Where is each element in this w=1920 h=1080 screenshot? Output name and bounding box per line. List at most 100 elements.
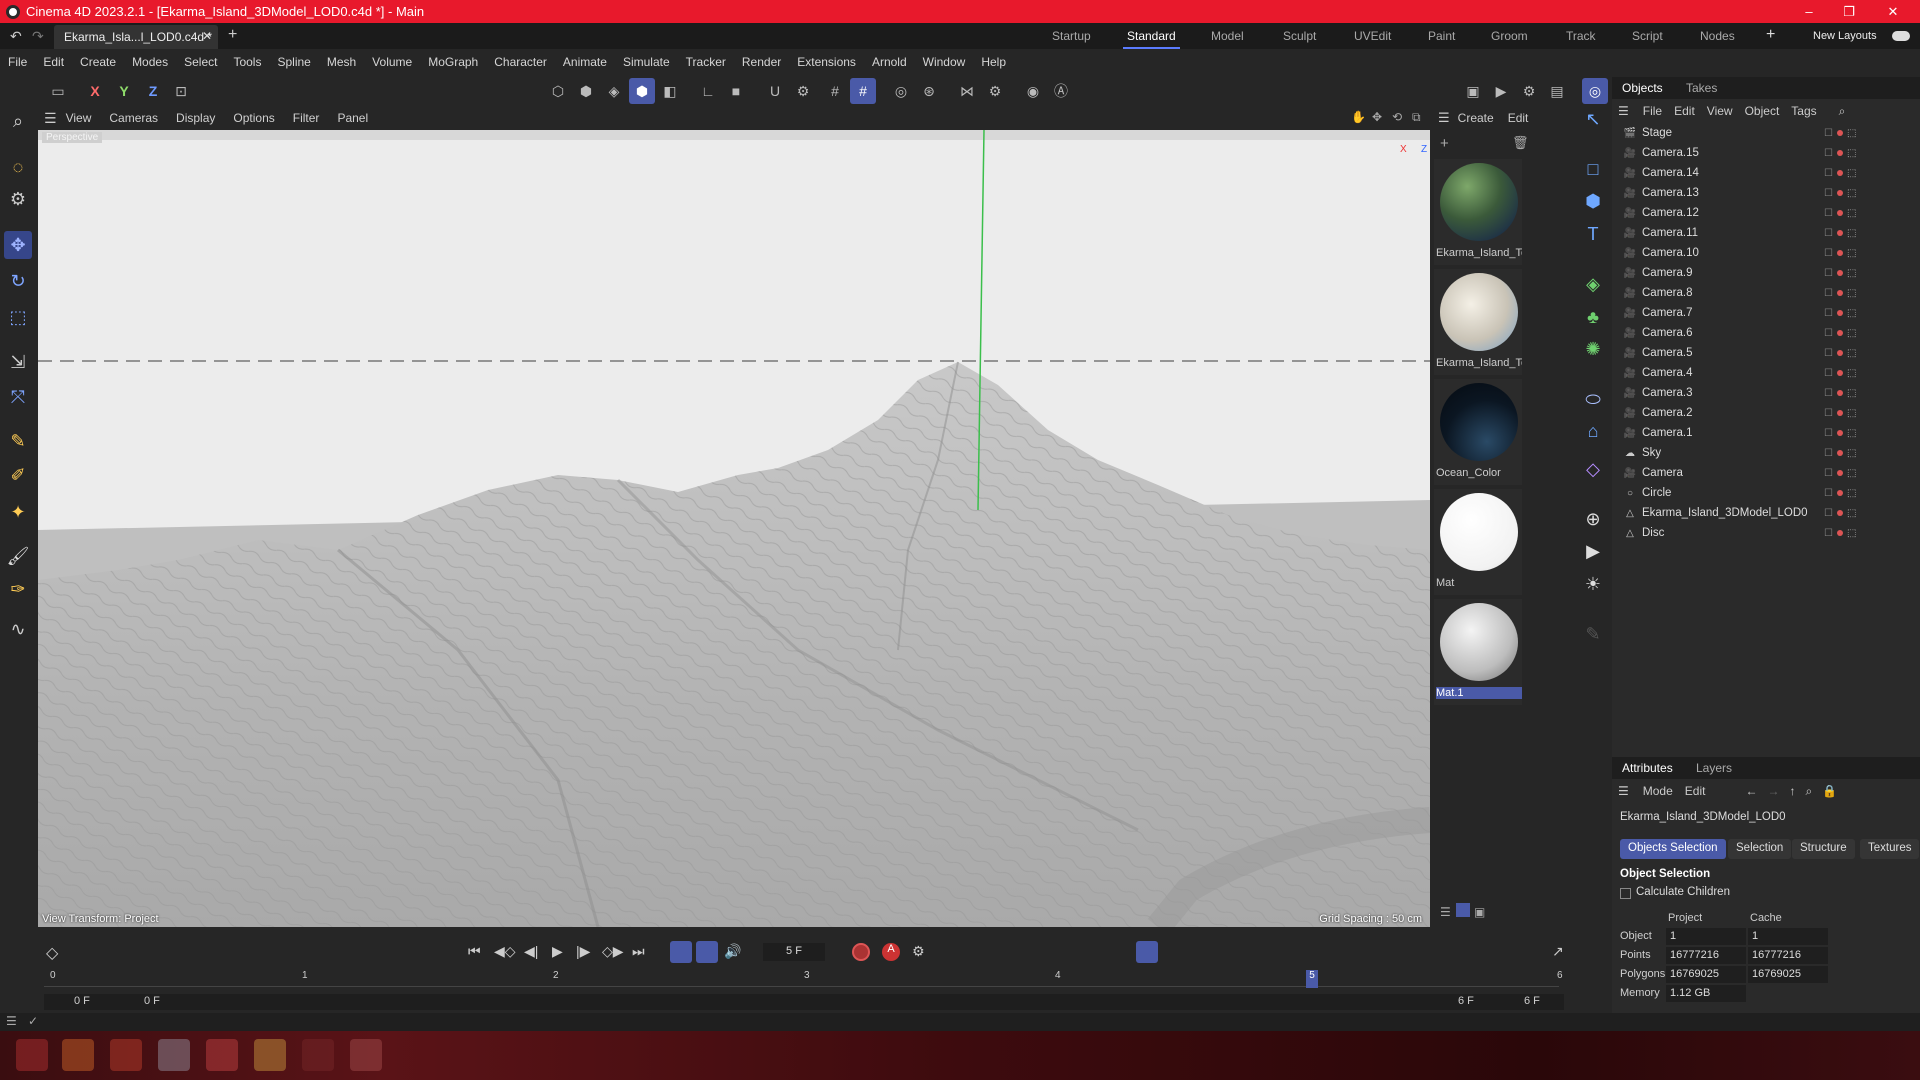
object-row[interactable]: 🎥 Camera.2 ☐ ⬚ bbox=[1624, 403, 1920, 423]
restore-button[interactable]: ❐ bbox=[1826, 0, 1872, 23]
3d-viewport[interactable]: Perspective X Z View Transform: Project … bbox=[38, 130, 1430, 927]
workplane-icon[interactable]: # bbox=[822, 78, 848, 104]
object-flags[interactable]: ☐ ⬚ bbox=[1824, 168, 1856, 179]
menu-mograph[interactable]: MoGraph bbox=[428, 55, 478, 69]
menu-mesh[interactable]: Mesh bbox=[327, 55, 356, 69]
search-icon[interactable]: ⌕ bbox=[4, 107, 32, 135]
modeling-axis-icon[interactable]: ◎ bbox=[888, 78, 914, 104]
object-flags[interactable]: ☐ ⬚ bbox=[1824, 488, 1856, 499]
end-frame[interactable]: 6 F bbox=[1524, 995, 1540, 1007]
rotate-view-icon[interactable]: ⟲ bbox=[1392, 110, 1402, 124]
spline-icon[interactable]: ◇ bbox=[1579, 455, 1607, 483]
transfer-tool-icon[interactable]: ⇲ bbox=[4, 348, 32, 376]
structure-button[interactable]: Structure bbox=[1792, 839, 1855, 859]
brush-tool-icon[interactable]: 🖌 bbox=[4, 542, 32, 570]
snap-icon[interactable]: U bbox=[762, 78, 788, 104]
object-flags[interactable]: ☐ ⬚ bbox=[1824, 408, 1856, 419]
render-settings-icon[interactable]: ⚙ bbox=[1516, 78, 1542, 104]
loop-toggle[interactable] bbox=[670, 941, 692, 963]
axis-mode-icon[interactable]: ∟ bbox=[695, 78, 721, 104]
viewport-menu-cameras[interactable]: Cameras bbox=[109, 111, 158, 125]
cursor-object-icon[interactable]: ↖ bbox=[1579, 105, 1607, 133]
symmetry-icon[interactable]: ⋈ bbox=[954, 78, 980, 104]
autokey-mode-toggle[interactable] bbox=[696, 941, 718, 963]
objects-menu-view[interactable]: View bbox=[1707, 104, 1733, 118]
objects-menu-file[interactable]: File bbox=[1643, 104, 1662, 118]
edit-render-settings-icon[interactable]: ▤ bbox=[1544, 78, 1570, 104]
material-item[interactable]: Ekarma_Island_Te bbox=[1434, 159, 1522, 265]
menu-render[interactable]: Render bbox=[742, 55, 781, 69]
range-end[interactable]: 6 F bbox=[1458, 995, 1474, 1007]
object-flags[interactable]: ☐ ⬚ bbox=[1824, 348, 1856, 359]
go-to-end-button[interactable]: ⏭ bbox=[632, 943, 645, 960]
viewport-menu-panel[interactable]: Panel bbox=[337, 111, 368, 125]
status-check-icon[interactable]: ✓ bbox=[28, 1014, 38, 1028]
menu-volume[interactable]: Volume bbox=[372, 55, 412, 69]
menu-tools[interactable]: Tools bbox=[233, 55, 261, 69]
objects-menu-icon[interactable]: ☰ bbox=[1618, 104, 1629, 118]
tab-layers[interactable]: Layers bbox=[1696, 761, 1732, 775]
layout-toggle[interactable] bbox=[1892, 31, 1910, 41]
object-flags[interactable]: ☐ ⬚ bbox=[1824, 508, 1856, 519]
up-arrow-icon[interactable]: ↑ bbox=[1789, 784, 1795, 798]
quantize-icon[interactable]: ⊛ bbox=[916, 78, 942, 104]
deformer-icon[interactable]: ⬭ bbox=[1579, 385, 1607, 413]
motion-path-toggle[interactable] bbox=[1136, 941, 1158, 963]
object-flags[interactable]: ☐ ⬚ bbox=[1824, 308, 1856, 319]
keyframe-icon[interactable]: ◇ bbox=[46, 943, 58, 963]
menu-animate[interactable]: Animate bbox=[563, 55, 607, 69]
menu-extensions[interactable]: Extensions bbox=[797, 55, 856, 69]
menu-simulate[interactable]: Simulate bbox=[623, 55, 670, 69]
calculate-children-checkbox[interactable] bbox=[1620, 888, 1631, 899]
viewport-menu-filter[interactable]: Filter bbox=[293, 111, 320, 125]
object-row[interactable]: 🎥 Camera ☐ ⬚ bbox=[1624, 463, 1920, 483]
objects-menu-object[interactable]: Object bbox=[1745, 104, 1780, 118]
next-frame-button[interactable]: |▶ bbox=[576, 943, 590, 960]
layout-track[interactable]: Track bbox=[1566, 29, 1596, 43]
snap-settings-icon[interactable]: ⚙ bbox=[790, 78, 816, 104]
playhead[interactable]: 5 bbox=[1306, 970, 1318, 988]
polygons-mode-icon[interactable]: ◈ bbox=[601, 78, 627, 104]
taskbar-app-icon[interactable] bbox=[206, 1039, 238, 1071]
layout-standard[interactable]: Standard bbox=[1123, 29, 1180, 49]
autokey-button[interactable]: A bbox=[882, 943, 900, 961]
material-item[interactable]: Ocean_Color bbox=[1434, 379, 1522, 485]
grid-view-icon[interactable] bbox=[1456, 903, 1470, 917]
start-frame[interactable]: 0 F bbox=[74, 995, 90, 1007]
symmetry-settings-icon[interactable]: ⚙ bbox=[982, 78, 1008, 104]
move-view-icon[interactable]: ✥ bbox=[1372, 110, 1382, 124]
environment-icon[interactable]: ⊕ bbox=[1579, 505, 1607, 533]
tab-takes[interactable]: Takes bbox=[1686, 81, 1717, 95]
render-active-view-icon[interactable]: ▣ bbox=[1460, 78, 1486, 104]
material-menu-edit[interactable]: Edit bbox=[1508, 111, 1529, 125]
taskbar-app-icon[interactable] bbox=[350, 1039, 382, 1071]
taskbar-app-icon[interactable] bbox=[302, 1039, 334, 1071]
object-row[interactable]: 🎥 Camera.9 ☐ ⬚ bbox=[1624, 263, 1920, 283]
fcurve-icon[interactable]: ↗ bbox=[1552, 943, 1564, 960]
y-axis-lock[interactable]: Y bbox=[111, 78, 137, 104]
material-item[interactable]: Ekarma_Island_Te bbox=[1434, 269, 1522, 375]
object-row[interactable]: 🎥 Camera.10 ☐ ⬚ bbox=[1624, 243, 1920, 263]
menu-help[interactable]: Help bbox=[981, 55, 1006, 69]
menu-arnold[interactable]: Arnold bbox=[872, 55, 907, 69]
spline-pen-icon[interactable]: ✎ bbox=[4, 427, 32, 455]
field-icon[interactable]: ⌂ bbox=[1579, 417, 1607, 445]
layout-script[interactable]: Script bbox=[1632, 29, 1663, 43]
sketch-tool-icon[interactable]: ✑ bbox=[4, 575, 32, 603]
object-row[interactable]: 🎬 Stage ☐ ⬚ bbox=[1624, 123, 1920, 143]
textures-button[interactable]: Textures bbox=[1860, 839, 1920, 859]
object-row[interactable]: 🎥 Camera.6 ☐ ⬚ bbox=[1624, 323, 1920, 343]
object-flags[interactable]: ☐ ⬚ bbox=[1824, 328, 1856, 339]
camera-object-icon[interactable]: ▶ bbox=[1579, 537, 1607, 565]
material-menu-icon[interactable]: ☰ bbox=[1438, 110, 1450, 126]
play-button[interactable]: ▶ bbox=[552, 943, 563, 960]
effector-icon[interactable]: ✺ bbox=[1579, 335, 1607, 363]
camera-name-label[interactable]: Perspective bbox=[42, 132, 103, 143]
large-view-icon[interactable]: ▣ bbox=[1474, 905, 1485, 919]
close-button[interactable]: ✕ bbox=[1870, 0, 1916, 23]
go-to-start-button[interactable]: ⏮ bbox=[468, 943, 481, 960]
sound-icon[interactable]: 🔊 bbox=[724, 943, 741, 960]
object-row[interactable]: 🎥 Camera.12 ☐ ⬚ bbox=[1624, 203, 1920, 223]
pan-view-icon[interactable]: ✋ bbox=[1351, 110, 1366, 124]
grid-snap-icon[interactable]: # bbox=[850, 78, 876, 104]
